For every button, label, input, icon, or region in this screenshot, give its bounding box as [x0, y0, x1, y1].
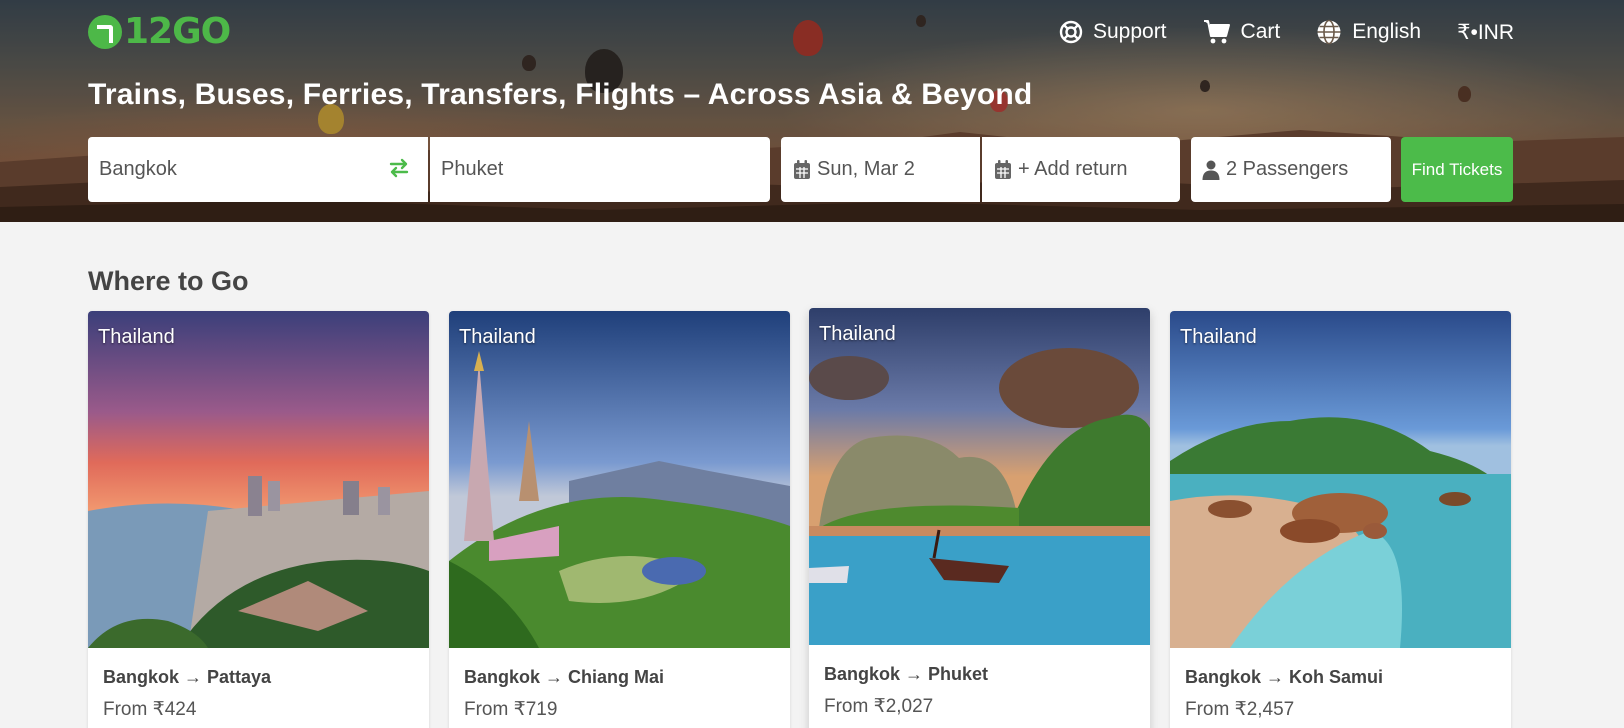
brand-logo[interactable]: 12GO [88, 11, 231, 52]
person-icon [1202, 160, 1220, 180]
destination-image [449, 311, 790, 648]
card-route: Bangkok → Chiang Mai [464, 667, 665, 687]
find-tickets-button[interactable]: Find Tickets [1401, 137, 1513, 202]
card-country-label: Thailand [98, 326, 175, 348]
destination-card-pattaya[interactable]: Thailand Bangkok → Pattaya From ₹424 [88, 311, 429, 728]
currency-label: ₹•INR [1457, 20, 1514, 44]
departure-date-value: Sun, Mar 2 [817, 158, 915, 180]
passengers-field[interactable]: 2 Passengers [1191, 137, 1391, 202]
from-value: Bangkok [99, 158, 177, 180]
cart-icon [1203, 20, 1230, 44]
lifebuoy-icon [1059, 20, 1083, 44]
support-link[interactable]: Support [1059, 20, 1167, 44]
calendar-icon [995, 159, 1011, 179]
calendar-icon [794, 159, 810, 179]
return-date-field[interactable]: + Add return [982, 137, 1180, 202]
destination-image [809, 308, 1150, 645]
card-country-label: Thailand [819, 323, 896, 345]
from-field[interactable]: Bangkok [88, 137, 428, 202]
top-navigation: Support Cart English ₹•INR [1023, 19, 1514, 45]
logo-icon [88, 15, 122, 49]
currency-selector[interactable]: ₹•INR [1457, 20, 1514, 45]
page-headline: Trains, Buses, Ferries, Transfers, Fligh… [88, 78, 1033, 111]
support-label: Support [1092, 20, 1167, 43]
swap-icon[interactable] [388, 157, 410, 179]
card-country-label: Thailand [459, 326, 536, 348]
passengers-value: 2 Passengers [1226, 158, 1349, 180]
destination-image [1170, 311, 1511, 648]
card-route: Bangkok → Phuket [824, 664, 989, 684]
card-route: Bangkok → Pattaya [103, 667, 272, 687]
cart-label: Cart [1240, 20, 1281, 43]
section-title: Where to Go [88, 266, 249, 296]
card-price: From ₹2,027 [824, 696, 934, 717]
card-price: From ₹719 [464, 699, 558, 720]
language-selector[interactable]: English [1316, 19, 1421, 45]
destination-card-phuket[interactable]: Thailand Bangkok → Phuket From ₹2,027 [809, 308, 1150, 728]
card-route: Bangkok → Koh Samui [1185, 667, 1384, 687]
return-date-value: + Add return [1018, 158, 1128, 180]
cart-link[interactable]: Cart [1203, 19, 1281, 45]
logo-text: 12GO [124, 11, 231, 52]
destination-image [88, 311, 429, 648]
card-price: From ₹424 [103, 699, 197, 720]
globe-icon [1317, 19, 1341, 45]
language-label: English [1352, 20, 1422, 43]
destination-card-koh-samui[interactable]: Thailand Bangkok → Koh Samui From ₹2,457 [1170, 311, 1511, 728]
card-price: From ₹2,457 [1185, 699, 1295, 720]
destination-card-chiang-mai[interactable]: Thailand Bangkok → Chiang Mai From ₹719 [449, 311, 790, 728]
card-country-label: Thailand [1180, 326, 1257, 348]
to-field[interactable]: Phuket [430, 137, 770, 202]
to-value: Phuket [441, 158, 504, 180]
departure-date-field[interactable]: Sun, Mar 2 [781, 137, 980, 202]
